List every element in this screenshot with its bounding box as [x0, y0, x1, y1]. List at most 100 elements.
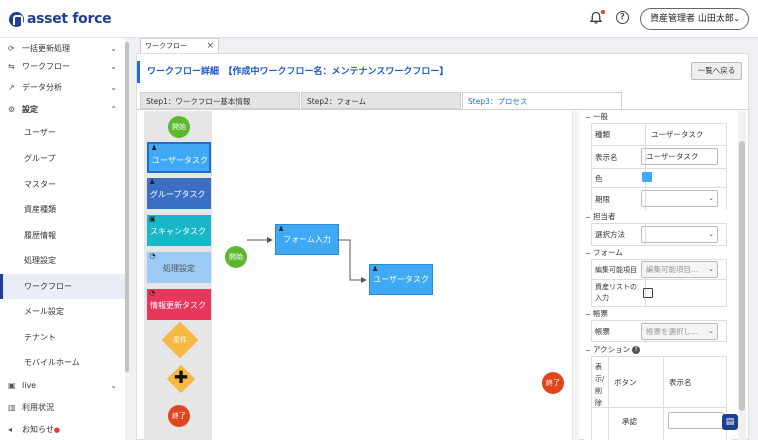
prop-label: 色 — [592, 169, 646, 187]
sidebar-item-label: データ分析 — [22, 83, 62, 92]
prop-row-asset-list: 資産リストの入力 — [591, 279, 727, 307]
chevron-down-icon: ⌄ — [733, 14, 740, 23]
bar-chart-icon: ▥ — [8, 403, 16, 412]
palette-task-label: 情報更新タスク — [150, 301, 206, 310]
chevron-down-icon: ⌄ — [708, 230, 714, 238]
col-display-name: 表示名 — [669, 378, 692, 387]
workflow-panel: ワークフロー詳細 【作成中ワークフロー名：メンテナンスワークフロー】 一覧へ戻る… — [136, 53, 750, 440]
prop-label: 帳票 — [592, 321, 646, 341]
prop-value: ユーザータスク — [651, 130, 704, 139]
sidebar-item-usage[interactable]: ▥ 利用状況 — [0, 397, 125, 419]
sidebar-item-master[interactable]: マスター — [0, 172, 125, 197]
sidebar-item-notice[interactable]: ◂ お知らせ● — [0, 419, 125, 440]
canvas-form-input-task[interactable]: ♟ フォーム入力 — [275, 224, 339, 255]
sidebar-item-groups[interactable]: グループ — [0, 146, 125, 171]
sidebar: ⟳ 一括更新処理 ⌄ ⇆ ワークフロー ⌄ ↗ データ分析 ⌄ ⚙ 設定 ⌃ ユ… — [0, 38, 129, 440]
palette-scan-task[interactable]: ▣ スキャンタスク — [147, 215, 211, 246]
logo[interactable]: asset force — [9, 11, 112, 27]
select-method-select[interactable]: ⌄ — [641, 226, 718, 243]
palette-process-settings[interactable]: ◔ 処理設定 — [147, 252, 211, 283]
megaphone-icon: ◂ — [8, 425, 13, 434]
scrollbar-thumb[interactable] — [739, 141, 745, 411]
user-icon: ♟ — [372, 265, 379, 273]
logo-icon — [9, 11, 24, 27]
clock-icon: ◔ — [149, 289, 156, 297]
user-menu-button[interactable]: 資産管理者 山田太郎 ⌄ — [640, 8, 749, 30]
chevron-up-icon: ⌃ — [110, 105, 117, 114]
clock-icon: ◔ — [149, 252, 156, 260]
sidebar-item-label: お知らせ● — [22, 425, 60, 434]
action-approve-input[interactable] — [668, 412, 724, 429]
forms-select[interactable]: 帳票を選択し... ⌄ — [641, 323, 718, 340]
sidebar-item-workflow[interactable]: ⇆ ワークフロー ⌄ — [0, 56, 125, 78]
sidebar-item-history[interactable]: 履歴情報 — [0, 223, 125, 248]
palette-start-node[interactable]: 開始 — [168, 116, 190, 138]
close-icon[interactable]: × — [206, 39, 214, 53]
palette-task-label: ユーザータスク — [152, 156, 208, 165]
section-forms: 帳票 — [584, 308, 732, 320]
asset-list-checkbox[interactable] — [643, 288, 653, 298]
properties-panel: 一般 種類 ユーザータスク 表示名 ユーザータスク 色 期限 ⌄ 担当者 選択方 — [584, 111, 732, 440]
sidebar-item-process-settings[interactable]: 処理設定 — [0, 248, 125, 273]
palette-update-task[interactable]: ◔ 情報更新タスク — [147, 289, 211, 320]
canvas-start-node[interactable]: 開始 — [225, 246, 247, 268]
scan-icon: ▣ — [149, 215, 156, 223]
notice-badge: ● — [53, 426, 60, 434]
palette-user-task[interactable]: ♟ ユーザータスク — [147, 142, 211, 173]
condition-label: 条件 — [173, 336, 187, 344]
canvas-user-task[interactable]: ♟ ユーザータスク — [369, 264, 433, 295]
sidebar-item-analytics[interactable]: ↗ データ分析 ⌄ — [0, 77, 125, 99]
prop-label: 編集可能項目 — [592, 260, 646, 279]
tab-label: ワークフロー — [145, 42, 187, 50]
tab-step2[interactable]: Step2：フォーム — [301, 92, 461, 109]
tab-workflow[interactable]: ワークフロー × — [140, 38, 219, 53]
sidebar-item-mail-settings[interactable]: メール設定 — [0, 299, 125, 324]
col-button: ボタン — [609, 357, 664, 408]
task-label: ユーザータスク — [373, 275, 429, 284]
properties-scrollbar[interactable] — [738, 111, 746, 440]
action-approve-label: 承認 — [609, 408, 664, 440]
sidebar-item-users[interactable]: ユーザー — [0, 120, 125, 145]
section-form: フォーム — [584, 247, 732, 259]
help-icon[interactable]: ? — [616, 11, 629, 24]
action-table-header: 表示/削除 ボタン 表示名 — [591, 356, 727, 408]
connector-form-user — [338, 239, 367, 283]
logo-text: asset force — [27, 11, 112, 27]
prop-label: 種類 — [592, 124, 646, 145]
tab-step1[interactable]: Step1：ワークフロー基本情報 — [140, 92, 300, 109]
palette-task-label: 処理設定 — [163, 264, 195, 273]
palette-task-label: グループタスク — [150, 190, 206, 199]
palette-group-task[interactable]: ♟ グループタスク — [147, 178, 211, 209]
color-swatch[interactable] — [642, 172, 652, 182]
sidebar-item-label: 設定 — [22, 105, 38, 114]
sidebar-item-settings[interactable]: ⚙ 設定 ⌃ — [0, 99, 125, 121]
display-name-input[interactable]: ユーザータスク — [641, 148, 718, 165]
palette-task-label: スキャンタスク — [150, 227, 206, 236]
main-area: ワークフロー × ワークフロー詳細 【作成中ワークフロー名：メンテナンスワークフ… — [129, 38, 758, 440]
user-icon: ♟ — [151, 144, 158, 152]
sidebar-item-live[interactable]: ▣ live ⌄ — [0, 375, 125, 397]
canvas-scrollbar[interactable] — [572, 111, 579, 440]
sidebar-item-mobile-home[interactable]: モバイルホーム — [0, 350, 125, 375]
palette-end-node[interactable]: 終了 — [168, 405, 190, 427]
sidebar-item-asset-types[interactable]: 資産種類 — [0, 197, 125, 222]
user-name: 資産管理者 山田太郎 — [650, 14, 734, 24]
deadline-select[interactable]: ⌄ — [641, 190, 718, 207]
prop-label: 表示名 — [592, 146, 646, 168]
chevron-down-icon: ⌄ — [110, 381, 117, 390]
editable-items-select[interactable]: 編集可能項目... ⌄ — [641, 261, 718, 278]
chevron-down-icon: ⌄ — [708, 327, 714, 335]
app-header: asset force ? 資産管理者 山田太郎 ⌄ — [0, 0, 758, 38]
user-icon: ♟ — [278, 225, 285, 233]
divider — [137, 109, 750, 110]
workflow-icon: ⇆ — [8, 62, 15, 71]
chat-icon[interactable]: ▤ — [722, 414, 738, 430]
sidebar-item-label: live — [22, 381, 37, 390]
help-icon[interactable]: ? — [632, 346, 641, 354]
sidebar-item-tenant[interactable]: テナント — [0, 325, 125, 350]
canvas-end-node[interactable]: 終了 — [542, 372, 564, 394]
back-to-list-button[interactable]: 一覧へ戻る — [691, 62, 742, 80]
sidebar-item-workflow-settings[interactable]: ワークフロー — [0, 274, 125, 299]
tab-step3[interactable]: Step3：プロセス — [462, 92, 622, 109]
col-show-delete: 表示/削除 — [592, 357, 609, 408]
